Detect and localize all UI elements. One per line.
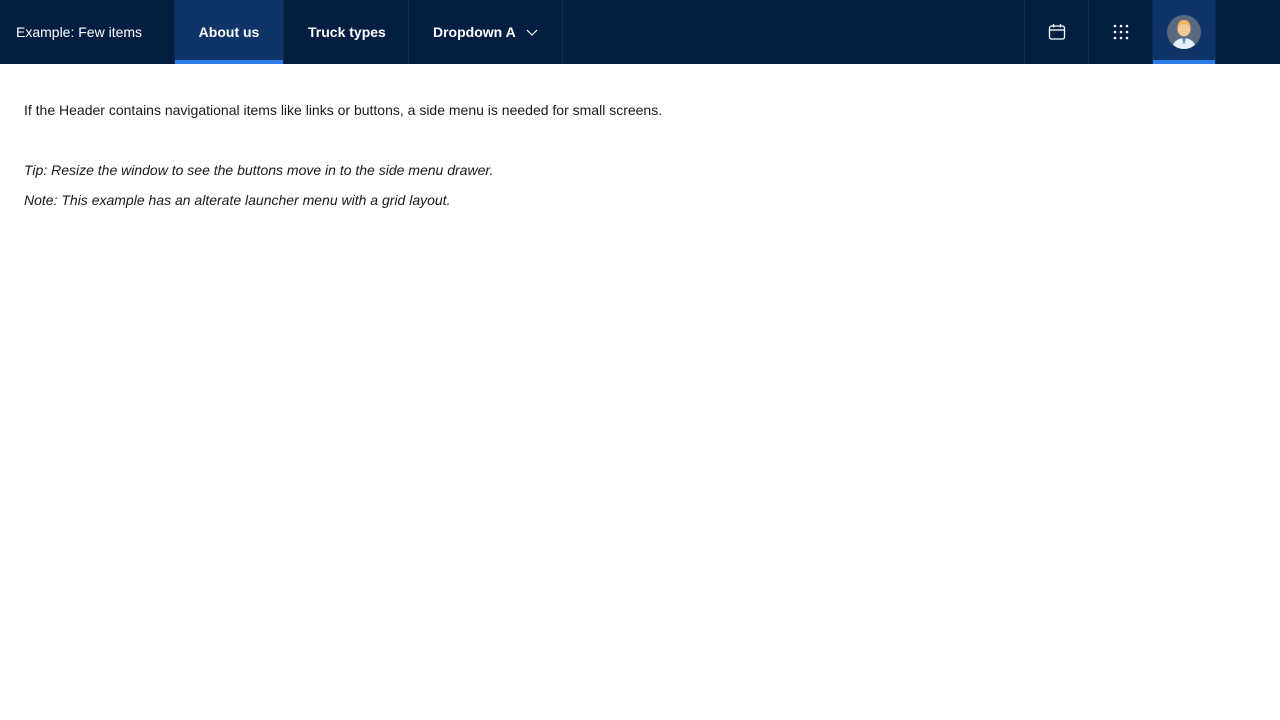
- header-spacer: [563, 0, 1024, 64]
- nav-item-label: About us: [198, 24, 260, 40]
- app-launcher-button[interactable]: [1088, 0, 1152, 64]
- nav-item-truck-types[interactable]: Truck types: [284, 0, 409, 64]
- calendar-button[interactable]: [1024, 0, 1088, 64]
- intro-paragraph: If the Header contains navigational item…: [24, 102, 663, 118]
- user-avatar-button[interactable]: [1152, 0, 1216, 64]
- header-right-padding: [1216, 0, 1280, 64]
- avatar: [1167, 15, 1201, 49]
- note-text: Note: This example has an alterate launc…: [24, 192, 451, 208]
- main-content: If the Header contains navigational item…: [24, 100, 1224, 210]
- nav-item-about-us[interactable]: About us: [175, 0, 284, 64]
- app-header: Example: Few items About us Truck types …: [0, 0, 1280, 64]
- header-title: Example: Few items: [0, 0, 175, 64]
- nav-dropdown-a[interactable]: Dropdown A: [409, 0, 563, 64]
- nav-item-label: Dropdown A: [433, 24, 516, 40]
- tip-text: Tip: Resize the window to see the button…: [24, 162, 494, 178]
- calendar-icon: [1048, 24, 1065, 40]
- chevron-down-icon: [526, 29, 538, 36]
- app-launcher-grid-icon: [1113, 24, 1128, 40]
- nav-item-label: Truck types: [308, 24, 386, 40]
